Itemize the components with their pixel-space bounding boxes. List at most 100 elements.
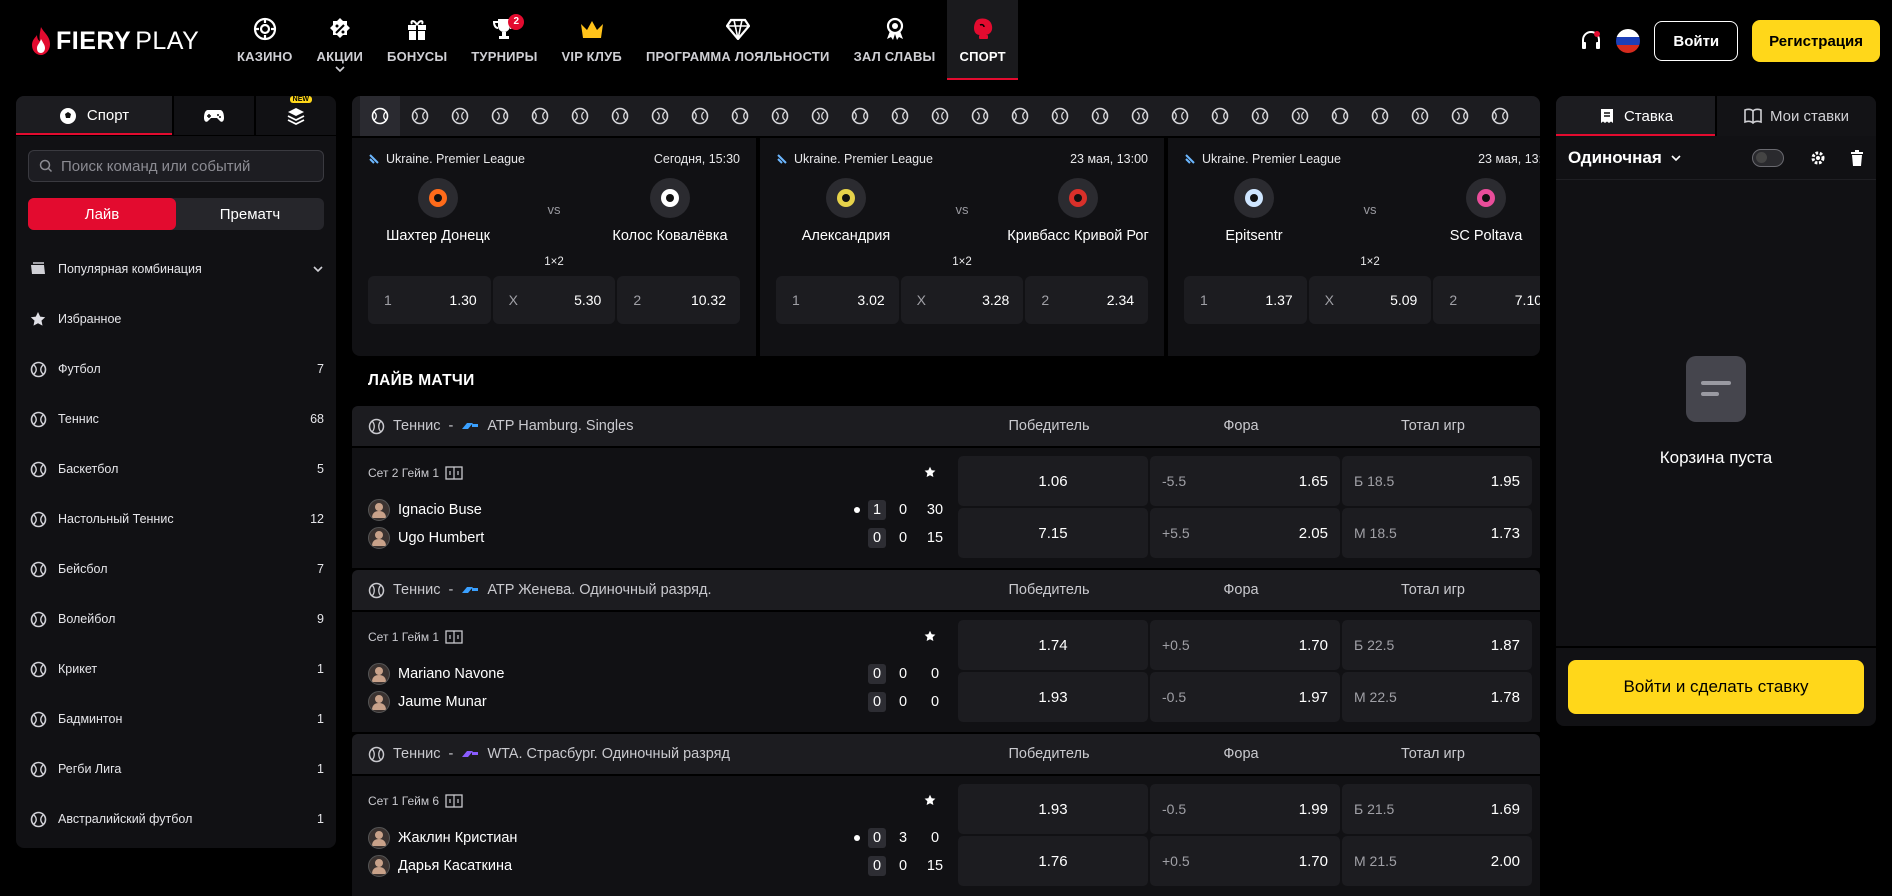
sport-filter-darts[interactable]	[720, 96, 760, 136]
sport-filter-water-polo[interactable]	[840, 96, 880, 136]
favorite-star-icon[interactable]	[924, 794, 936, 806]
sport-filter-boxing[interactable]	[680, 96, 720, 136]
sidebar-item-aussie-rules[interactable]: Австралийский футбол 1	[16, 794, 336, 844]
match-card[interactable]: Ukraine. Premier League 23 мая, 13:00 Ал…	[760, 138, 1168, 356]
odd-handicap-2[interactable]: +5.5 2.05	[1150, 508, 1340, 558]
sidebar-item-basketball[interactable]: Баскетбол 5	[16, 444, 336, 494]
sport-filter-badminton[interactable]	[520, 96, 560, 136]
bet-type-select[interactable]: Одиночная	[1568, 148, 1752, 168]
odd-total-over[interactable]: Б 22.5 1.87	[1342, 620, 1532, 670]
sidebar-item-volleyball[interactable]: Волейбол 9	[16, 594, 336, 644]
odd-button[interactable]: 2 10.32	[617, 276, 741, 324]
language-flag-ru-icon[interactable]	[1616, 29, 1641, 53]
sport-filter-basketball[interactable]	[440, 96, 480, 136]
login-button[interactable]: Войти	[1654, 21, 1739, 61]
match-row[interactable]: Сет 2 Гейм 1 Ignacio Buse Ugo Humbert 1 …	[352, 448, 1540, 568]
odd-handicap-1[interactable]: -0.5 1.99	[1150, 784, 1340, 834]
sport-filter-chess[interactable]	[1400, 96, 1440, 136]
sport-filter-snooker[interactable]	[960, 96, 1000, 136]
odd-handicap-2[interactable]: -0.5 1.97	[1150, 672, 1340, 722]
logo[interactable]: FIERY PLAY	[30, 24, 199, 58]
match-card[interactable]: Ukraine. Premier League 23 мая, 13:00 Ep…	[1168, 138, 1540, 356]
sport-filter-cricket[interactable]	[760, 96, 800, 136]
sport-filter-cycling[interactable]	[1480, 96, 1520, 136]
odd-button[interactable]: X 5.30	[492, 276, 616, 324]
match-row[interactable]: Сет 1 Гейм 6 Жаклин Кристиан Дарья Касат…	[352, 776, 1540, 896]
sport-filter-futsal[interactable]	[1120, 96, 1160, 136]
search-input[interactable]	[61, 157, 301, 175]
live-tab[interactable]: Лайв	[28, 198, 176, 230]
odd-button[interactable]: X 5.09	[1308, 276, 1432, 324]
favorite-star-icon[interactable]	[924, 466, 936, 478]
sidebar-item-football[interactable]: Футбол 7	[16, 344, 336, 394]
sport-filter-table-tennis[interactable]	[480, 96, 520, 136]
odd-winner-1[interactable]: 1.93	[958, 784, 1148, 834]
match-row[interactable]: Сет 1 Гейм 1 Mariano Navone Jaume Munar …	[352, 612, 1540, 732]
sport-filter-rugby-league[interactable]	[1080, 96, 1120, 136]
sidebar-item-cricket[interactable]: Крикет 1	[16, 644, 336, 694]
nav-hall-of-fame[interactable]: ЗАЛ СЛАВЫ	[842, 0, 948, 80]
sport-filter-rugby[interactable]	[1000, 96, 1040, 136]
odd-button[interactable]: 1 1.30	[368, 276, 491, 324]
sidebar-item-tennis[interactable]: Теннис 68	[16, 394, 336, 444]
tournament-header[interactable]: Теннис - ATP Женева. Одиночный разряд. П…	[352, 570, 1540, 610]
odd-button[interactable]: 1 1.37	[1184, 276, 1307, 324]
odd-winner-2[interactable]: 1.93	[958, 672, 1148, 722]
odd-button[interactable]: 1 3.02	[776, 276, 899, 324]
tournament-header[interactable]: Теннис - WTA. Страсбург. Одиночный разря…	[352, 734, 1540, 774]
trash-icon[interactable]	[1850, 149, 1864, 166]
odd-total-under[interactable]: М 21.5 2.00	[1342, 836, 1532, 886]
sidebar-item-layers[interactable]: Популярная комбинация	[16, 244, 336, 294]
sport-filter-handball[interactable]	[800, 96, 840, 136]
sport-filter-tabletop[interactable]	[1440, 96, 1480, 136]
sport-filter-floorball[interactable]	[1280, 96, 1320, 136]
odd-total-over[interactable]: Б 18.5 1.95	[1342, 456, 1532, 506]
match-card[interactable]: Ukraine. Premier League Сегодня, 15:30 Ш…	[352, 138, 760, 356]
sidebar-item-badminton[interactable]: Бадминтон 1	[16, 694, 336, 744]
sport-filter-ice-hockey[interactable]	[880, 96, 920, 136]
odd-total-under[interactable]: М 18.5 1.73	[1342, 508, 1532, 558]
odd-winner-2[interactable]: 7.15	[958, 508, 1148, 558]
sidebar-item-rugby-league[interactable]: Регби Лига 1	[16, 744, 336, 794]
login-and-bet-button[interactable]: Войти и сделать ставку	[1568, 660, 1864, 714]
odd-button[interactable]: X 3.28	[900, 276, 1024, 324]
sport-filter-tennis[interactable]	[400, 96, 440, 136]
tab-virtual[interactable]: NEW	[256, 96, 336, 135]
odd-total-over[interactable]: Б 21.5 1.69	[1342, 784, 1532, 834]
odd-total-under[interactable]: М 22.5 1.78	[1342, 672, 1532, 722]
nav-sport[interactable]: СПОРТ	[947, 0, 1019, 80]
tab-my-bets[interactable]: Мои ставки	[1715, 96, 1876, 136]
tab-esports[interactable]	[174, 96, 256, 135]
odd-handicap-1[interactable]: +0.5 1.70	[1150, 620, 1340, 670]
sport-filter-volleyball[interactable]	[600, 96, 640, 136]
nav-promos[interactable]: АКЦИИ	[305, 0, 376, 80]
odd-button[interactable]: 2 7.10	[1433, 276, 1540, 324]
favorite-star-icon[interactable]	[924, 630, 936, 642]
odd-winner-1[interactable]: 1.06	[958, 456, 1148, 506]
nav-vip[interactable]: VIP КЛУБ	[550, 0, 634, 80]
sport-filter-aussie-rules[interactable]	[1040, 96, 1080, 136]
nav-loyalty[interactable]: ПРОГРАММА ЛОЯЛЬНОСТИ	[634, 0, 842, 80]
odd-handicap-1[interactable]: -5.5 1.65	[1150, 456, 1340, 506]
odd-winner-1[interactable]: 1.74	[958, 620, 1148, 670]
scoreboard-icon[interactable]	[445, 466, 463, 480]
prematch-tab[interactable]: Прематч	[176, 198, 324, 230]
tournament-header[interactable]: Теннис - ATP Hamburg. Singles Победитель…	[352, 406, 1540, 446]
sport-filter-football[interactable]	[640, 96, 680, 136]
gear-icon[interactable]	[1810, 150, 1826, 166]
tab-bet[interactable]: Ставка	[1556, 96, 1715, 136]
sidebar-item-star[interactable]: Избранное	[16, 294, 336, 344]
sport-filter-lacrosse[interactable]	[1200, 96, 1240, 136]
scoreboard-icon[interactable]	[445, 794, 463, 808]
nav-casino[interactable]: КАЗИНО	[225, 0, 305, 80]
tab-sport[interactable]: Спорт	[16, 96, 174, 135]
quick-bet-toggle[interactable]	[1752, 148, 1784, 167]
scoreboard-icon[interactable]	[445, 630, 463, 644]
headset-icon[interactable]	[1580, 30, 1602, 52]
sport-filter-cycling-alt[interactable]	[1320, 96, 1360, 136]
sport-filter-hockey[interactable]	[920, 96, 960, 136]
sidebar-item-baseball[interactable]: Бейсбол 7	[16, 544, 336, 594]
nav-bonuses[interactable]: БОНУСЫ	[375, 0, 459, 80]
sidebar-item-table-tennis[interactable]: Настольный Теннис 12	[16, 494, 336, 544]
sport-filter-golf[interactable]	[1360, 96, 1400, 136]
